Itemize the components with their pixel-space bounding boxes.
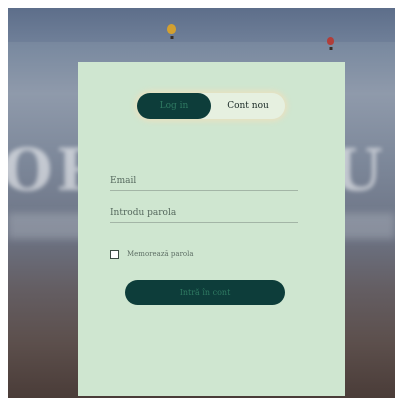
- remember-password-checkbox[interactable]: [110, 249, 119, 259]
- hot-air-balloon-icon: [327, 37, 334, 50]
- remember-password-label: Memorează parola: [127, 250, 194, 258]
- hot-air-balloon-icon: [167, 24, 176, 39]
- sky-strip: [8, 8, 395, 42]
- login-submit-button[interactable]: Intră în cont: [125, 280, 285, 305]
- remember-password-row: Memorează parola: [110, 248, 194, 260]
- password-field[interactable]: [110, 204, 298, 223]
- login-panel: Log in Cont nou Memorează parola Intră î…: [78, 62, 345, 396]
- tab-register[interactable]: Cont nou: [211, 93, 285, 119]
- auth-mode-switch: Log in Cont nou: [137, 93, 285, 119]
- tab-login[interactable]: Log in: [137, 93, 211, 119]
- email-field[interactable]: [110, 172, 298, 191]
